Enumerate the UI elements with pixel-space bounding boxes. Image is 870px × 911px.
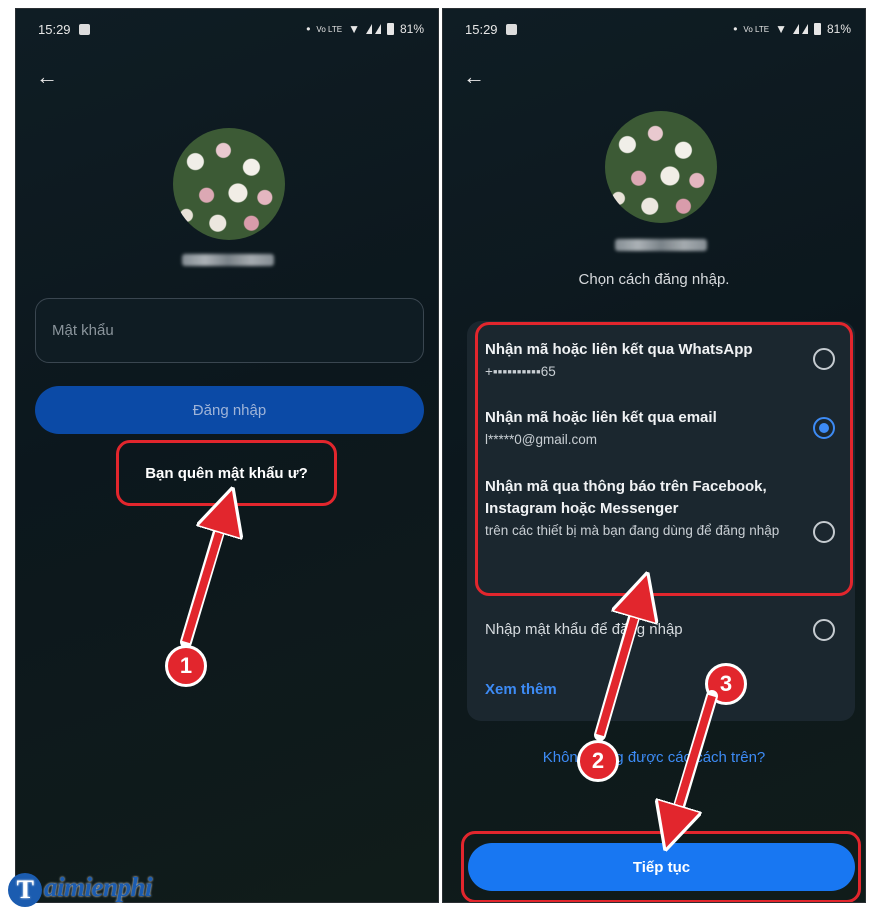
- login-method-prompt: Chọn cách đăng nhập.: [578, 271, 730, 288]
- forgot-password-link[interactable]: Bạn quên mật khẩu ư?: [116, 440, 337, 506]
- dot-icon: •: [733, 22, 738, 36]
- taimienphi-logo: Taimienphi: [8, 872, 153, 907]
- forgot-password-label: Bạn quên mật khẩu ư?: [145, 464, 308, 482]
- profile-avatar: [605, 111, 717, 223]
- back-arrow-icon[interactable]: ←: [36, 66, 58, 88]
- status-time: 15:29: [38, 21, 71, 37]
- highlight-box-options: [475, 322, 853, 596]
- cant-use-methods-link[interactable]: Không dùng được các cách trên?: [443, 749, 865, 766]
- dot-icon: •: [306, 22, 311, 36]
- status-time: 15:29: [465, 21, 498, 37]
- wifi-icon: ▼: [775, 22, 787, 36]
- volte-icon: Vo LTE: [316, 24, 343, 34]
- wifi-icon: ▼: [348, 22, 360, 36]
- battery-percent: 81%: [826, 22, 851, 36]
- step-3-badge: 3: [705, 663, 747, 705]
- radio-password[interactable]: [813, 619, 835, 641]
- login-button[interactable]: Đăng nhập: [35, 386, 424, 434]
- profile-name-redacted: [182, 254, 274, 266]
- volte-icon: Vo LTE: [743, 24, 770, 34]
- notification-icon: [78, 23, 90, 35]
- battery-icon: [386, 23, 394, 35]
- option-password[interactable]: Nhập mật khẩu để đăng nhập: [485, 619, 785, 640]
- signal-icon: [792, 24, 808, 34]
- profile-name-redacted: [615, 239, 707, 251]
- password-placeholder: Mật khẩu: [52, 322, 114, 339]
- notification-icon: [505, 23, 517, 35]
- profile-avatar: [173, 128, 285, 240]
- back-arrow-icon[interactable]: ←: [463, 66, 485, 88]
- see-more-link[interactable]: Xem thêm: [485, 681, 557, 698]
- status-bar: 15:29 • Vo LTE ▼ 81%: [465, 17, 851, 41]
- right-phone-screen: 15:29 • Vo LTE ▼ 81% ← Chọn cách đăng nh…: [442, 8, 866, 903]
- continue-button[interactable]: Tiếp tục: [468, 843, 855, 891]
- left-phone-screen: 15:29 • Vo LTE ▼ 81% ← Mật khẩu Đăng nhậ…: [15, 8, 439, 903]
- signal-icon: [365, 24, 381, 34]
- step-2-badge: 2: [577, 740, 619, 782]
- logo-text: aimienphi: [44, 872, 153, 902]
- status-bar: 15:29 • Vo LTE ▼ 81%: [38, 17, 424, 41]
- battery-icon: [813, 23, 821, 35]
- battery-percent: 81%: [399, 22, 424, 36]
- step-1-badge: 1: [165, 645, 207, 687]
- password-field[interactable]: Mật khẩu: [35, 298, 424, 363]
- option-title: Nhập mật khẩu để đăng nhập: [485, 621, 683, 638]
- logo-letter: T: [8, 872, 42, 907]
